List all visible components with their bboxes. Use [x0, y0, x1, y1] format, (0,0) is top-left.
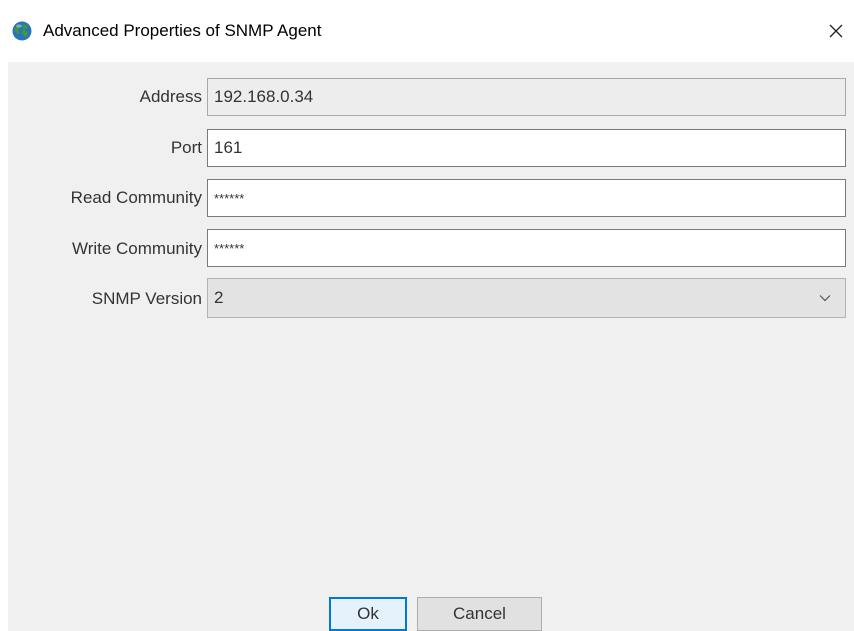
- close-icon: [829, 24, 843, 38]
- snmp-version-select[interactable]: 2: [207, 278, 846, 318]
- snmp-version-label: SNMP Version: [91, 289, 202, 308]
- write-community-label: Write Community: [71, 239, 202, 258]
- write-community-field[interactable]: [207, 229, 846, 267]
- port-field[interactable]: [207, 129, 846, 167]
- globe-icon: [12, 21, 32, 41]
- dialog-body: Address Port Read Community Write Commun…: [8, 62, 854, 631]
- read-community-label: Read Community: [70, 188, 202, 207]
- snmp-version-value: 2: [214, 288, 224, 307]
- chevron-down-icon: [813, 286, 837, 310]
- ok-button[interactable]: Ok: [329, 597, 407, 631]
- cancel-button[interactable]: Cancel: [417, 597, 542, 631]
- read-community-field[interactable]: [207, 179, 846, 217]
- snmp-agent-dialog: Advanced Properties of SNMP Agent Addres…: [0, 0, 854, 631]
- window-title: Advanced Properties of SNMP Agent: [43, 21, 322, 40]
- title-bar[interactable]: Advanced Properties of SNMP Agent: [0, 0, 854, 62]
- address-label: Address: [139, 87, 202, 106]
- close-button[interactable]: [818, 14, 854, 48]
- address-field[interactable]: [207, 78, 846, 116]
- port-label: Port: [170, 138, 202, 157]
